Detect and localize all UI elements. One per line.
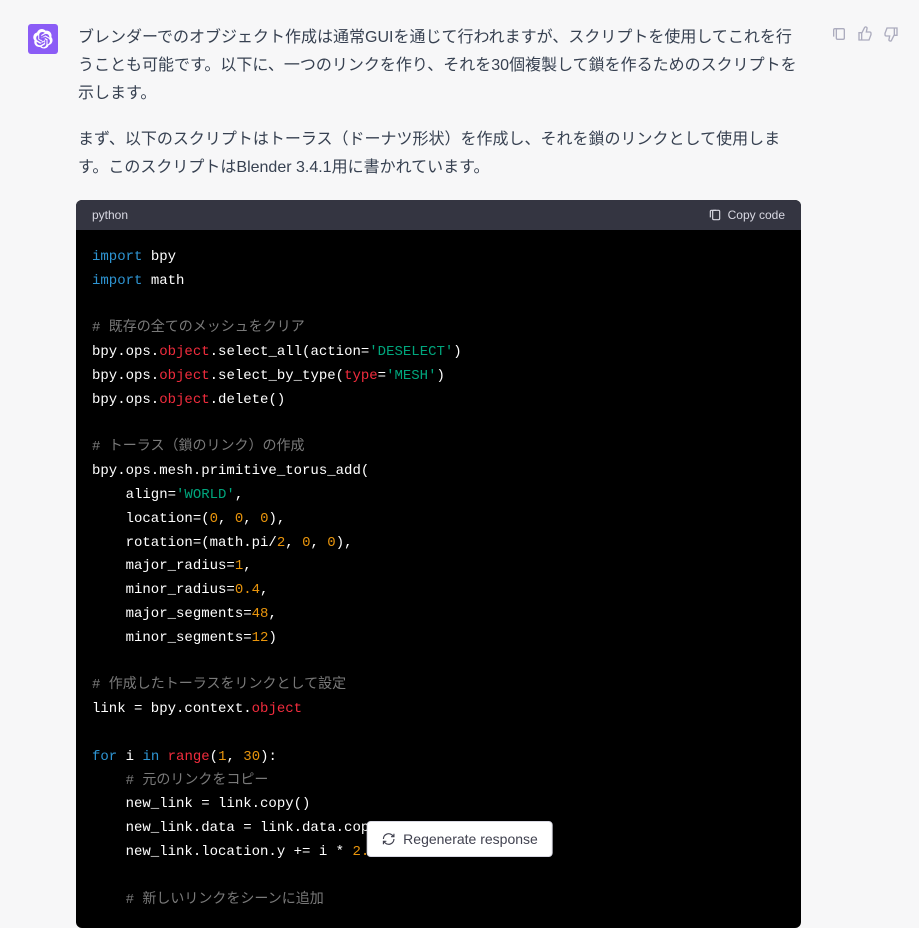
assistant-message-row: ブレンダーでのオブジェクト作成は通常GUIを通じて行われますが、スクリプトを使用… [0, 0, 919, 928]
regenerate-label: Regenerate response [403, 831, 538, 847]
code-header: python Copy code [76, 200, 801, 230]
copy-code-label: Copy code [728, 208, 785, 222]
assistant-avatar [28, 24, 58, 54]
openai-logo-icon [33, 29, 53, 49]
regenerate-button[interactable]: Regenerate response [366, 821, 553, 857]
thumbs-up-icon[interactable] [857, 26, 873, 42]
copy-code-button[interactable]: Copy code [708, 208, 785, 222]
message-actions [831, 24, 899, 928]
code-block: python Copy code import bpy import math … [76, 200, 801, 928]
paragraph-1: ブレンダーでのオブジェクト作成は通常GUIを通じて行われますが、スクリプトを使用… [78, 24, 801, 108]
refresh-icon [381, 832, 395, 846]
clipboard-icon [708, 208, 722, 222]
thumbs-down-icon[interactable] [883, 26, 899, 42]
clipboard-icon[interactable] [831, 26, 847, 42]
code-language-label: python [92, 208, 128, 222]
paragraph-2: まず、以下のスクリプトはトーラス（ドーナツ形状）を作成し、それを鎖のリンクとして… [78, 126, 801, 182]
message-content: ブレンダーでのオブジェクト作成は通常GUIを通じて行われますが、スクリプトを使用… [78, 24, 811, 928]
